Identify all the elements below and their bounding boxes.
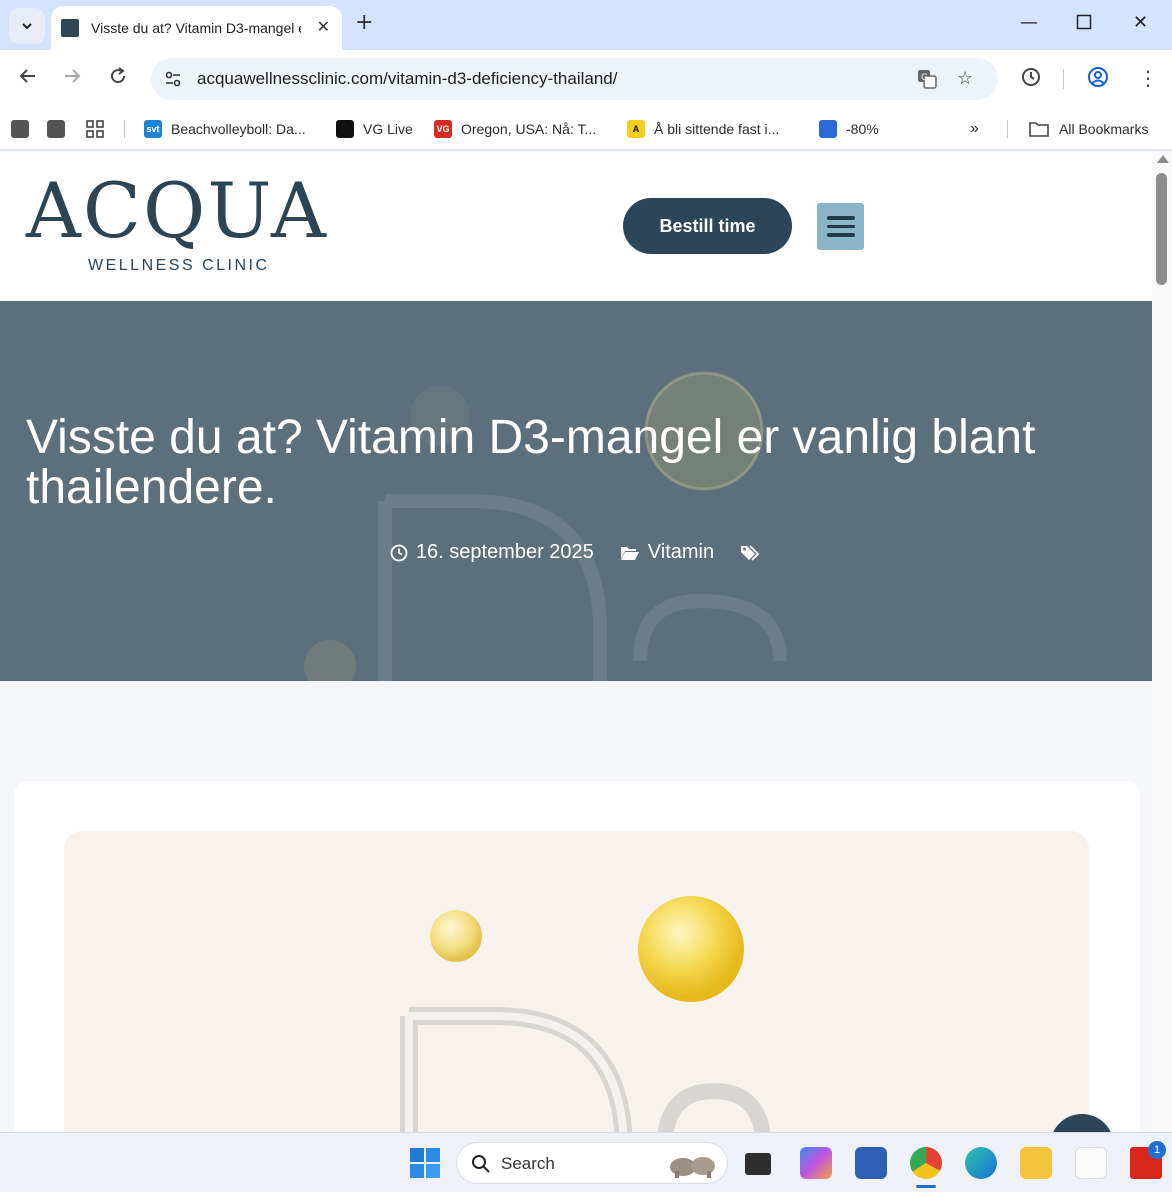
warning-icon: A: [627, 120, 645, 138]
article-date: 16. september 2025: [415, 541, 594, 563]
featured-vitamin-illustration: [400, 896, 771, 1132]
taskbar: Search 1: [0, 1132, 1172, 1192]
chevron-down-icon: [22, 23, 32, 30]
key-icon: [819, 120, 837, 138]
search-label: Search: [501, 1154, 555, 1173]
vg-live-icon: [336, 120, 354, 138]
folder-icon: [1029, 122, 1049, 137]
menu-icon-bar: [826, 233, 855, 237]
browser-toolbar: acquawellnessclinic.com/vitamin-d3-defic…: [0, 50, 1172, 108]
svg-text:G: G: [921, 73, 928, 83]
bookmark-label: Beachvolleyboll: Da...: [171, 121, 306, 137]
folder-open-icon: [620, 546, 639, 560]
bookmarks-bar: svt Beachvolleyboll: Da... VG Live VG Or…: [0, 108, 1172, 150]
tab-title: Visste du at? Vitamin D3-mangel er vanli…: [91, 20, 301, 36]
menu-icon-bar: [826, 224, 855, 229]
toolbar-divider: [1063, 69, 1064, 89]
edge-icon[interactable]: [965, 1147, 997, 1179]
bookmark-label: Å bli sittende fast i...: [654, 121, 780, 137]
featured-image: [64, 831, 1089, 1132]
bookmark-item[interactable]: VG Live: [336, 116, 413, 142]
active-tab[interactable]: Visste du at? Vitamin D3-mangel er vanli…: [51, 6, 342, 50]
bookmark-label: Oregon, USA: Nå: T...: [461, 121, 597, 137]
logo-wordmark: ACQUA: [26, 166, 328, 255]
extension-icon-2[interactable]: [47, 116, 74, 142]
bookmarks-divider: [1007, 120, 1008, 138]
close-window-icon[interactable]: ✕: [1133, 12, 1148, 33]
article-meta: 16. september 2025 Vitamin: [0, 541, 1152, 564]
profile-icon[interactable]: [1087, 66, 1109, 93]
bookmarks-divider: [124, 120, 125, 138]
address-bar[interactable]: acquawellnessclinic.com/vitamin-d3-defic…: [151, 58, 998, 100]
book-appointment-button[interactable]: Bestill time: [623, 198, 792, 254]
chrome-icon[interactable]: [910, 1147, 942, 1179]
tags-icon[interactable]: [740, 544, 762, 562]
menu-dots-icon[interactable]: ⋮: [1138, 66, 1158, 90]
clock-icon: [390, 544, 408, 561]
page-viewport: ACQUA WELLNESS CLINIC Bestill time Visst…: [0, 151, 1172, 1132]
notification-badge: 1: [1148, 1141, 1166, 1159]
vg-icon: VG: [434, 120, 452, 138]
bookmark-item[interactable]: A Å bli sittende fast i...: [627, 116, 779, 142]
article-title: Visste du at? Vitamin D3-mangel er vanli…: [26, 411, 1036, 514]
hamburger-menu-button[interactable]: [817, 203, 864, 250]
menu-icon-bar: [826, 216, 855, 220]
logo-subtitle: WELLNESS CLINIC: [88, 257, 270, 274]
extension-icon-1[interactable]: [11, 116, 38, 142]
apps-grid-icon[interactable]: [86, 116, 104, 142]
maximize-icon[interactable]: [1076, 14, 1092, 35]
translate-icon[interactable]: G: [916, 68, 938, 95]
search-icon: [472, 1155, 490, 1173]
article-card: [14, 781, 1140, 1132]
article-category-link[interactable]: Vitamin: [648, 541, 714, 564]
all-bookmarks-button[interactable]: All Bookmarks: [1028, 116, 1148, 142]
bookmark-label: VG Live: [363, 121, 413, 137]
minimize-icon[interactable]: —: [1020, 12, 1038, 33]
scrollbar[interactable]: [1152, 151, 1172, 1132]
url-text: acquawellnessclinic.com/vitamin-d3-defic…: [197, 69, 618, 88]
taskbar-search[interactable]: Search: [456, 1142, 728, 1184]
more-bookmarks-icon[interactable]: »: [970, 116, 979, 142]
site-header: ACQUA WELLNESS CLINIC Bestill time: [0, 151, 1152, 301]
bookmark-label: -80%: [846, 121, 879, 137]
tab-strip: Visste du at? Vitamin D3-mangel er vanli…: [0, 0, 1172, 50]
windows-start-icon[interactable]: [410, 1148, 440, 1178]
file-explorer-icon[interactable]: [1020, 1147, 1052, 1179]
new-tab-button[interactable]: +: [355, 10, 373, 35]
all-bookmarks-label: All Bookmarks: [1059, 121, 1149, 137]
site-favicon-icon: [61, 19, 79, 37]
bookmark-star-icon[interactable]: ☆: [957, 68, 973, 89]
elephants-search-highlight-icon: [670, 1157, 715, 1178]
site-logo[interactable]: ACQUA WELLNESS CLINIC: [26, 171, 326, 281]
tab-search-button[interactable]: [9, 8, 45, 44]
task-view-icon[interactable]: [745, 1153, 771, 1175]
forward-icon[interactable]: [62, 66, 82, 91]
hero-banner: Visste du at? Vitamin D3-mangel er vanli…: [0, 301, 1152, 681]
svt-icon: svt: [144, 120, 162, 138]
active-app-indicator: [916, 1185, 936, 1188]
reload-icon[interactable]: [108, 66, 128, 91]
bookmark-item[interactable]: VG Oregon, USA: Nå: T...: [434, 116, 596, 142]
site-settings-icon[interactable]: [163, 69, 183, 89]
close-tab-icon[interactable]: ✕: [317, 17, 330, 36]
microsoft-store-icon[interactable]: [855, 1147, 887, 1179]
bookmark-item[interactable]: -80%: [819, 116, 879, 142]
bookmark-item[interactable]: svt Beachvolleyboll: Da...: [144, 116, 306, 142]
copilot-icon[interactable]: [800, 1147, 832, 1179]
scroll-up-arrow-icon[interactable]: [1157, 155, 1169, 163]
back-icon[interactable]: [18, 66, 38, 91]
scrollbar-thumb[interactable]: [1156, 173, 1167, 285]
password-manager-icon[interactable]: [1075, 1147, 1107, 1179]
history-icon[interactable]: [1020, 66, 1042, 93]
